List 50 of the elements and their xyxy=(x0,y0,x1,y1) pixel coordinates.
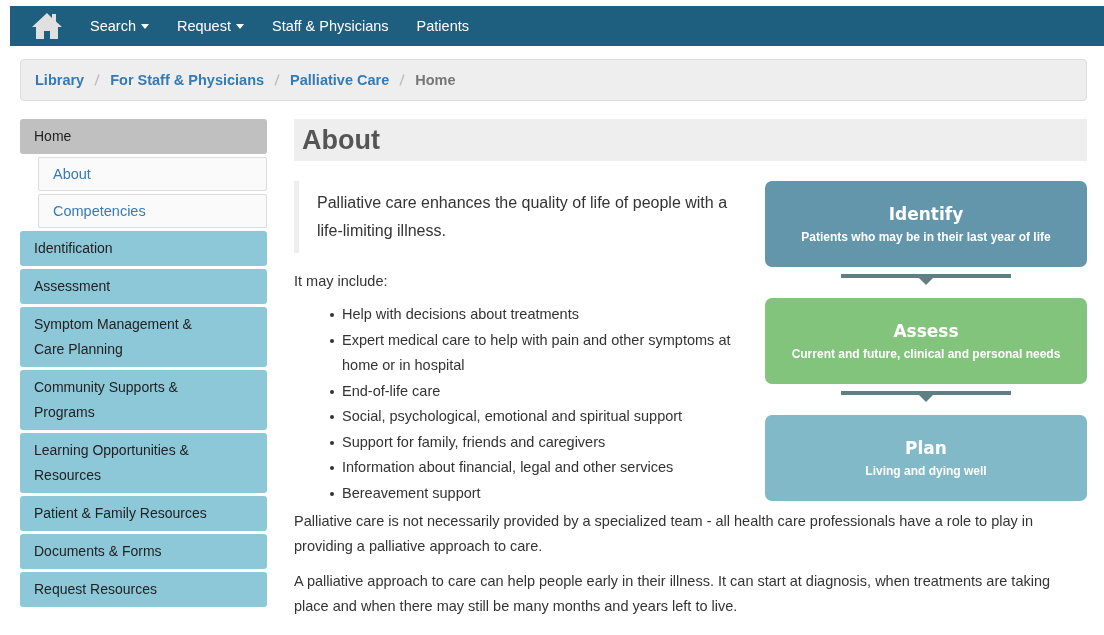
body-paragraph: Palliative care is not necessarily provided by a specialized team - all health care professionals have a role to play in providing a palliative approach to care. xyxy=(294,512,1035,556)
body-paragraph: A palliative approach to care can help people early in their illness. It can start at diagnosis, when treatments are taking place and when there may still be many months and years left to live. xyxy=(294,572,1052,616)
page-title: About xyxy=(294,119,1087,161)
list-item: Social, psychological, emotional and spiritual support xyxy=(342,407,683,426)
bullet-icon xyxy=(330,415,334,419)
list-item: Information about financial, legal and other services xyxy=(342,458,674,477)
home-icon[interactable] xyxy=(30,11,64,41)
caret-icon xyxy=(235,23,244,29)
sidebar-item[interactable]: Assessment xyxy=(20,269,267,304)
nav-link[interactable]: Patients xyxy=(402,18,483,34)
step-text: Living and dying well xyxy=(865,464,987,478)
nav-link[interactable]: Request xyxy=(162,18,258,34)
breadcrumb-link[interactable]: Palliative Care xyxy=(290,72,390,88)
bullet-icon xyxy=(330,491,334,496)
list-item: Bereavement support xyxy=(342,483,481,503)
slash-icon xyxy=(94,74,101,86)
breadcrumb-link[interactable]: Library xyxy=(35,72,85,88)
nav-link[interactable]: Staff & Physicians xyxy=(257,18,403,34)
sidebar-item[interactable]: Request Resources xyxy=(20,572,267,607)
step-text: Current and future, clinical and personal needs xyxy=(791,347,1061,361)
bullet-icon xyxy=(330,338,334,343)
sidebar-item[interactable]: Learning Opportunities & Resources xyxy=(20,433,267,493)
slash-icon xyxy=(274,74,281,86)
step-title: Assess xyxy=(893,321,959,341)
breadcrumb-current[interactable]: Home xyxy=(415,72,456,88)
nav-link[interactable]: Search xyxy=(76,18,163,34)
step-title: Identify xyxy=(888,204,964,224)
bullet-icon xyxy=(330,440,334,445)
slash-icon xyxy=(399,74,406,86)
sidebar-item[interactable]: Symptom Management & Care Planning xyxy=(20,307,267,367)
list-item: Help with decisions about treatments xyxy=(342,305,579,324)
list-intro: It may include: xyxy=(294,272,389,291)
sidebar-item[interactable]: Identification xyxy=(20,231,267,266)
sidebar-item[interactable]: Documents & Forms xyxy=(20,534,267,569)
bullet-icon xyxy=(330,313,334,317)
breadcrumb-link[interactable]: For Staff & Physicians xyxy=(110,72,265,88)
intro-quote: Palliative care enhances the quality of life of people with a life-limiting illness. xyxy=(294,181,745,253)
sidebar-subitem[interactable]: About xyxy=(38,157,267,191)
bullet-icon xyxy=(330,466,334,470)
step-text: Patients who may be in their last year of life xyxy=(801,230,1051,244)
sidebar-item[interactable]: Patient & Family Resources xyxy=(20,496,267,531)
list-item: Support for family, friends and caregivers xyxy=(342,432,606,452)
list-item: End-of-life care xyxy=(342,381,441,401)
step-title: Plan xyxy=(905,438,947,458)
sidebar-item[interactable]: Community Supports & Programs xyxy=(20,370,267,430)
list-item: Expert medical care to help with pain and other symptoms at home or in hospital xyxy=(342,330,732,375)
sidebar-subitem[interactable]: Competencies xyxy=(38,194,267,228)
bullet-icon xyxy=(330,389,334,394)
sidebar-item[interactable]: Home xyxy=(20,119,267,154)
caret-icon xyxy=(140,23,149,29)
